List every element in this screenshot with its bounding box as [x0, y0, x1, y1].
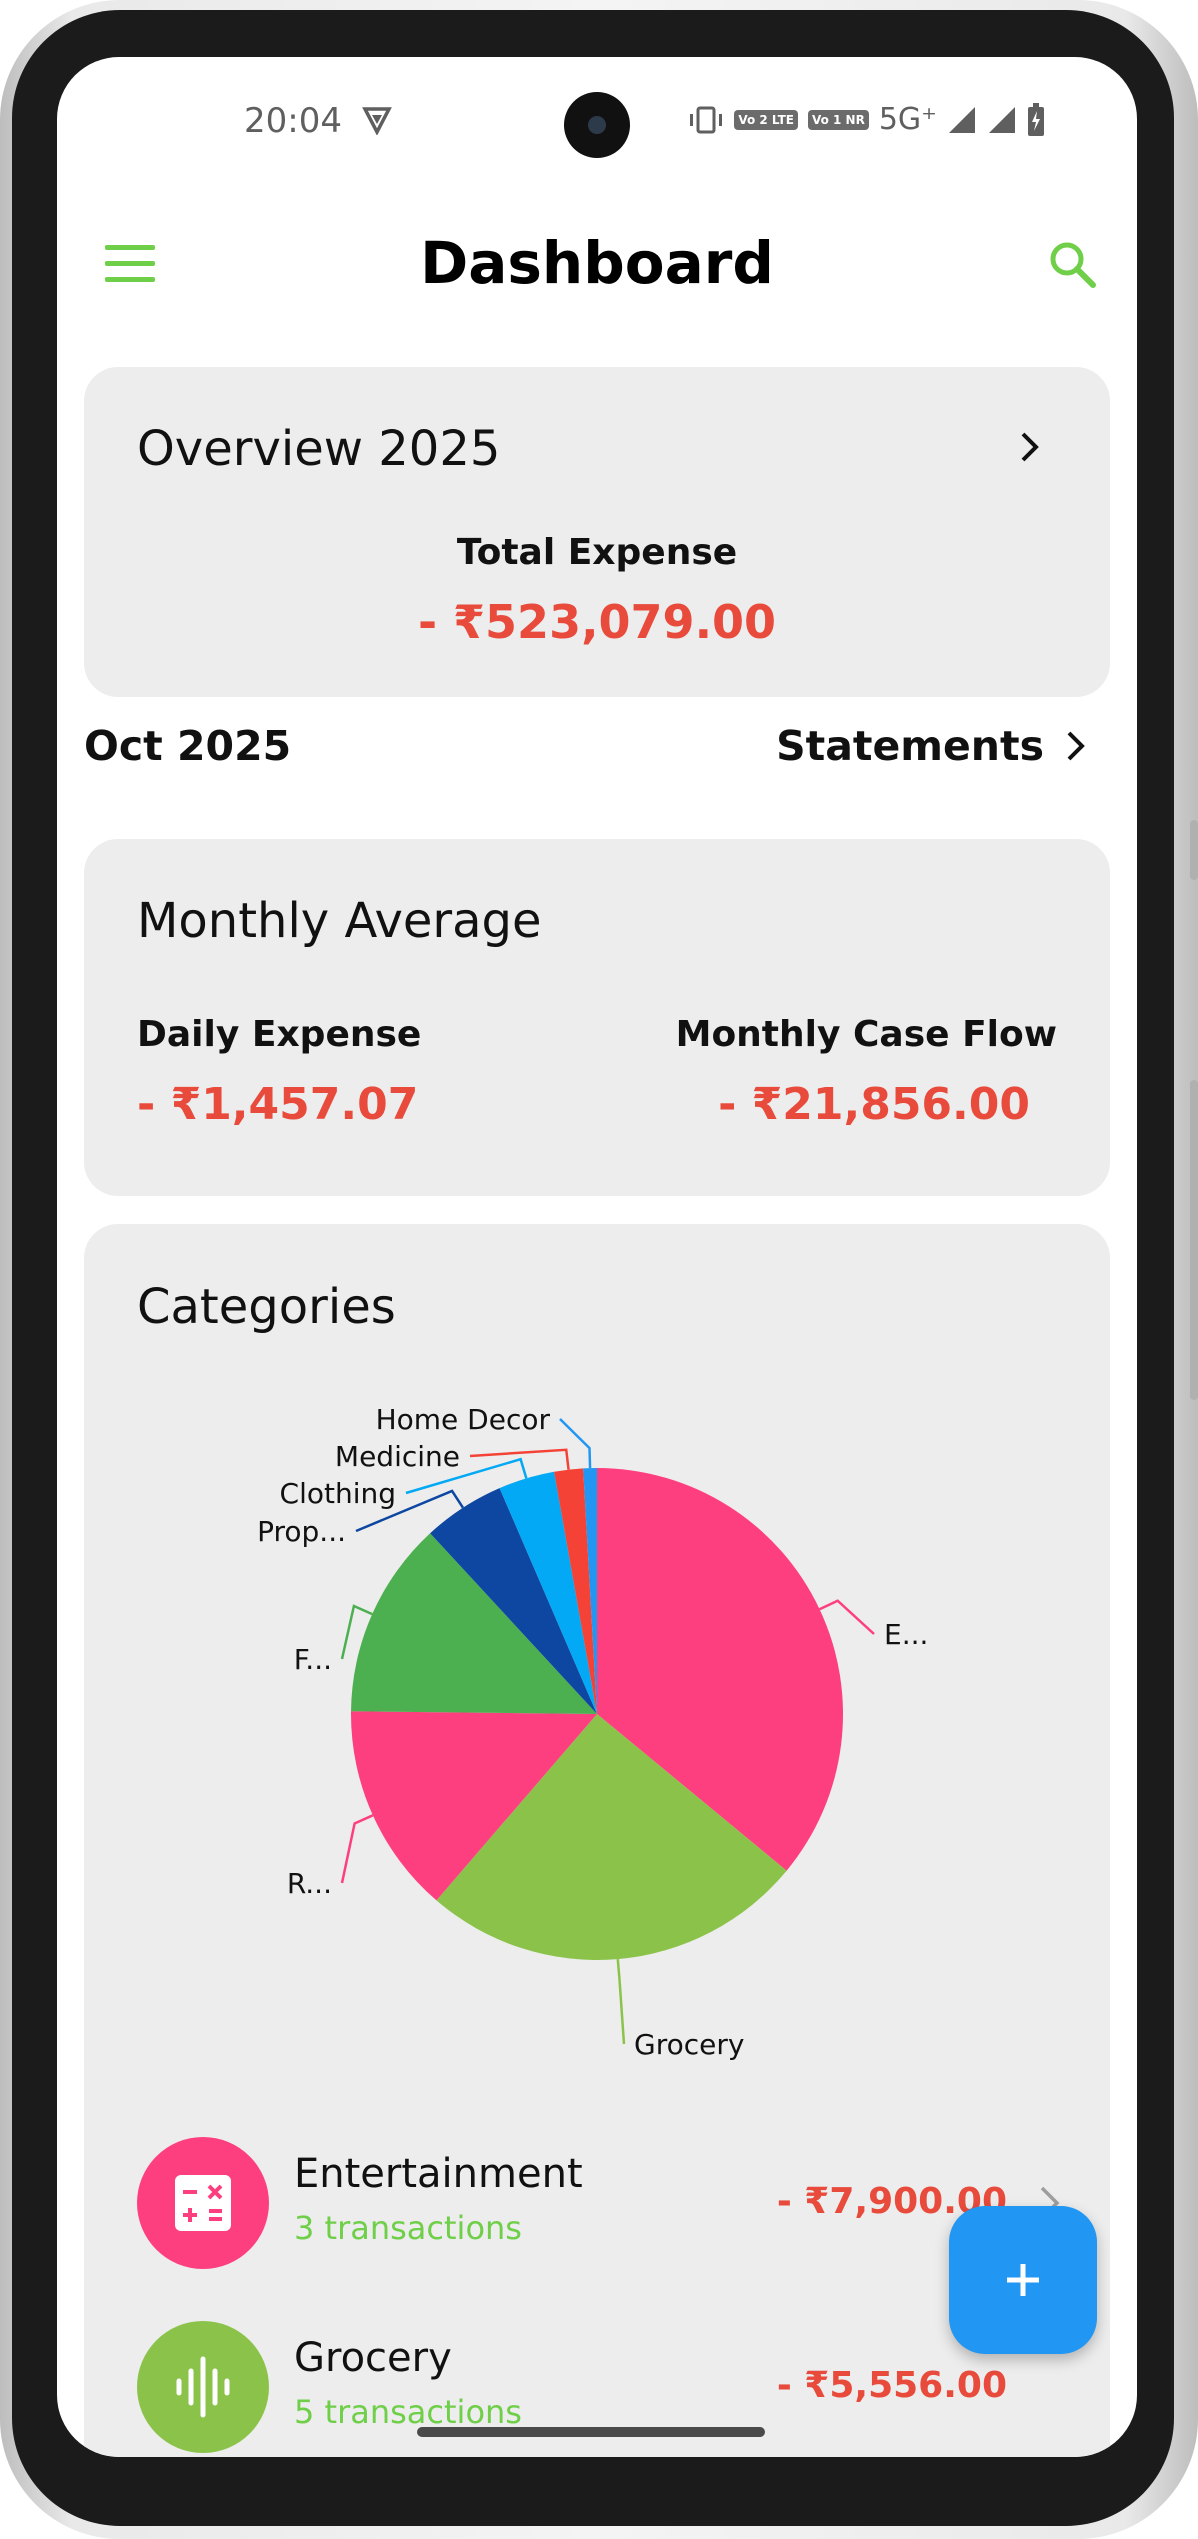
- overview-card[interactable]: Overview 2025 Total Expense - ₹523,079.0…: [84, 367, 1110, 697]
- pie-label: Home Decor: [376, 1403, 551, 1436]
- signal-icon: [949, 106, 975, 133]
- daily-expense-label: Daily Expense: [137, 1014, 422, 1055]
- monthly-cashflow-amount: - ₹21,856.00: [718, 1079, 1030, 1130]
- total-expense-amount: - ₹523,079.00: [417, 595, 777, 649]
- monthly-cashflow-label: Monthly Case Flow: [675, 1014, 1057, 1055]
- pie-label: Grocery: [634, 2028, 744, 2061]
- plus-icon: [1007, 2264, 1039, 2296]
- signal-icon: [989, 106, 1015, 133]
- pie-label: Medicine: [335, 1440, 460, 1473]
- period-row: Oct 2025 Statements: [84, 722, 1110, 782]
- sound-wave-icon: [137, 2321, 269, 2453]
- pie-leader-line: [340, 1814, 374, 1884]
- status-time: 20:04: [244, 101, 342, 141]
- monthly-average-title: Monthly Average: [137, 893, 542, 949]
- pie-label: Clothing: [280, 1477, 396, 1510]
- total-expense-label: Total Expense: [456, 532, 738, 573]
- overview-title: Overview 2025: [137, 421, 501, 477]
- chevron-right-icon: [1021, 432, 1039, 462]
- screen: 20:04 Vo 2 LTE Vo 1 NR 5G⁺ Dashboard Ove…: [57, 57, 1137, 2457]
- volume-button: [1190, 820, 1198, 880]
- categories-pie-chart[interactable]: E... Grocery R... F... Prop... Clothing Medici…: [84, 1403, 1110, 2084]
- pie-leader-line: [616, 1959, 626, 2045]
- calculator-icon: [137, 2137, 269, 2269]
- pie-label: R...: [287, 1867, 332, 1900]
- volte-chip: Vo 2 LTE: [734, 109, 798, 130]
- power-button: [1190, 1080, 1198, 1400]
- vonr-chip: Vo 1 NR: [807, 109, 869, 130]
- category-name: Entertainment: [294, 2151, 583, 2197]
- statements-link[interactable]: Statements: [776, 722, 1090, 770]
- daily-expense-amount: - ₹1,457.07: [137, 1079, 419, 1130]
- search-icon[interactable]: [1045, 237, 1101, 293]
- pie-label: Prop...: [257, 1515, 346, 1548]
- current-month: Oct 2025: [84, 722, 292, 770]
- home-indicator[interactable]: [417, 2427, 765, 2437]
- monthly-average-card: Monthly Average Daily Expense - ₹1,457.0…: [84, 839, 1110, 1196]
- chevron-right-icon: [1067, 731, 1085, 761]
- category-name: Grocery: [294, 2335, 452, 2381]
- statements-label: Statements: [776, 722, 1044, 770]
- page-title: Dashboard: [420, 229, 774, 297]
- category-transactions: 3 transactions: [294, 2209, 522, 2247]
- status-icons: Vo 2 LTE Vo 1 NR 5G⁺: [688, 102, 1045, 137]
- battery-charging-icon: [1028, 102, 1044, 136]
- category-transactions: 5 transactions: [294, 2393, 522, 2431]
- front-camera: [564, 92, 630, 158]
- category-item-entertainment[interactable]: Entertainment 3 transactions - ₹7,900.00: [137, 2137, 1077, 2271]
- pie-label: F...: [294, 1643, 332, 1676]
- pie-leader-line: [559, 1418, 592, 1469]
- category-amount: - ₹5,556.00: [776, 2365, 1007, 2406]
- categories-title: Categories: [137, 1279, 396, 1335]
- network-type: 5G⁺: [878, 102, 937, 137]
- pie-label: E...: [884, 1618, 928, 1651]
- vpn-icon: [362, 107, 392, 135]
- add-transaction-button[interactable]: [949, 2206, 1097, 2354]
- vibrate-icon: [690, 106, 723, 133]
